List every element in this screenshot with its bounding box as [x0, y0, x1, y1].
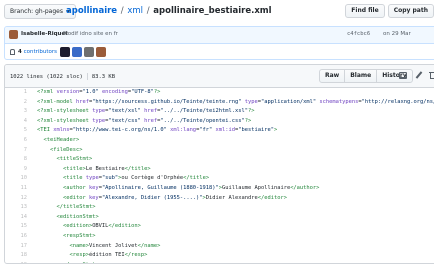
- code-line: 15 <edition>OBVIL</edition>: [5, 222, 434, 232]
- breadcrumb: apollinaire / xml / apollinaire_bestiair…: [66, 4, 272, 18]
- breadcrumb-separator: /: [120, 6, 124, 16]
- code-line: 13 </titleStmt>: [5, 203, 434, 213]
- code-line: 17 <name>Vincent Jolivet</name>: [5, 242, 434, 252]
- copy-path-button[interactable]: Copy path: [387, 4, 434, 18]
- line-code: <?xml-model href="https://sourcess.githu…: [37, 98, 434, 105]
- line-number[interactable]: 7: [5, 146, 27, 156]
- code-blob: 1 <?xml version="1.0" encoding="UTF-8"?> 2…: [5, 88, 434, 263]
- file-lines-info: 1022 lines (1022 sloc): [10, 74, 83, 80]
- contributors-row: 4 contributors: [5, 44, 434, 59]
- divider: [86, 73, 88, 80]
- people-icon: [10, 49, 15, 55]
- code-line: 12 <editor key="Alexandre, Didier (1955-…: [5, 194, 434, 204]
- line-number[interactable]: 2: [5, 98, 27, 108]
- line-number[interactable]: 11: [5, 184, 28, 194]
- raw-button[interactable]: Raw: [319, 69, 346, 83]
- history-button[interactable]: History: [376, 69, 413, 83]
- line-number[interactable]: 10: [5, 174, 28, 184]
- line-code: <TEI xmlns="http://www.tei-c.org/ns/1.0"…: [37, 127, 278, 134]
- desktop-icon[interactable]: [399, 72, 407, 79]
- code-line: 16 <respStmt>: [5, 232, 434, 242]
- code-line: 8 <titleStmt>: [5, 155, 434, 165]
- code-line: 1 <?xml version="1.0" encoding="UTF-8"?>: [5, 88, 434, 98]
- commit-message-link[interactable]: Modif idno site en fr: [63, 31, 118, 37]
- line-number[interactable]: 9: [5, 165, 27, 175]
- line-number[interactable]: 13: [5, 203, 28, 213]
- line-number[interactable]: 14: [5, 213, 28, 223]
- top-bar: Branch: gh-pages apollinaire / xml / apo…: [0, 0, 434, 22]
- code-line: 10 <title type="sub">ou Cortège d'Orphée…: [5, 174, 434, 184]
- code-line: 18 <resp>édition TEI</resp>: [5, 251, 434, 261]
- file-actions: Find file Copy path: [342, 4, 434, 18]
- code-line: 6 <teiHeader>: [5, 136, 434, 146]
- line-code: <resp>édition TEI</resp>: [69, 252, 148, 259]
- line-code: <titleStmt>: [56, 156, 93, 163]
- line-number[interactable]: 1: [5, 88, 27, 98]
- line-code: <fileDesc>: [49, 146, 83, 153]
- line-number[interactable]: 16: [5, 232, 28, 242]
- contributor-avatar[interactable]: [72, 47, 82, 57]
- commit-author-link[interactable]: Isabelle-Riquet: [21, 31, 68, 37]
- file-info: 1022 lines (1022 sloc) 83.3 KB: [10, 73, 115, 80]
- line-code: </titleStmt>: [56, 204, 96, 211]
- commit-tease: Isabelle-Riquet Modif idno site en fr c4…: [4, 26, 434, 60]
- commit-date: on 29 Mar: [383, 31, 411, 37]
- code-line: 5 <TEI xmlns="http://www.tei-c.org/ns/1.0…: [5, 126, 434, 136]
- line-code: <editionStmt>: [56, 213, 99, 220]
- line-code: <name>Vincent Jolivet</name>: [69, 242, 161, 249]
- code-line: 4 <?xml-stylesheet type="text/css" href="…: [5, 117, 434, 127]
- code-line: 9 <title>Le Bestiaire</title>: [5, 165, 434, 175]
- breadcrumb-dir-link[interactable]: xml: [127, 6, 143, 16]
- find-file-button[interactable]: Find file: [345, 4, 385, 18]
- line-code: <?xml version="1.0" encoding="UTF-8"?>: [37, 89, 161, 95]
- line-number[interactable]: 12: [5, 194, 28, 204]
- line-number[interactable]: 4: [5, 117, 27, 127]
- contributors-count: 4: [18, 49, 22, 55]
- contributor-avatar[interactable]: [60, 47, 70, 57]
- latest-commit-row: Isabelle-Riquet Modif idno site en fr c4…: [5, 27, 434, 44]
- line-code: <?xml-stylesheet type="text/css" href=".…: [37, 117, 252, 124]
- code-line: 3 <?xml-stylesheet type="text/xsl" href="…: [5, 107, 434, 117]
- line-number[interactable]: 15: [5, 222, 28, 232]
- contributor-avatar[interactable]: [96, 47, 106, 57]
- line-code: <author key="Apollinaire, Guillaume (188…: [62, 184, 320, 191]
- line-code: <edition>OBVIL</edition>: [62, 223, 141, 230]
- line-code: <title type="sub">ou Cortège d'Orphée</t…: [62, 175, 210, 182]
- file-size: 83.3 KB: [91, 74, 116, 80]
- line-number[interactable]: 5: [5, 126, 27, 136]
- contributors-label: contributors: [23, 49, 58, 55]
- line-code: <respStmt>: [62, 232, 96, 239]
- line-number[interactable]: 6: [5, 136, 27, 146]
- file-viewer: 1022 lines (1022 sloc) 83.3 KB Raw Blame …: [4, 64, 434, 264]
- line-code: <editor key="Alexandre, Didier (1955-...…: [62, 194, 287, 201]
- branch-label: Branch: gh-pages: [10, 8, 63, 15]
- blame-button[interactable]: Blame: [344, 69, 378, 83]
- breadcrumb-file-name: apollinaire_bestiaire.xml: [153, 6, 272, 16]
- line-number[interactable]: 17: [5, 242, 28, 252]
- trash-icon[interactable]: [429, 72, 434, 79]
- line-number[interactable]: 8: [5, 155, 27, 165]
- code-line: 2 <?xml-model href="https://sourcess.gith…: [5, 98, 434, 108]
- line-code: <teiHeader>: [43, 136, 80, 143]
- avatar[interactable]: [9, 30, 18, 39]
- line-number[interactable]: 3: [5, 107, 27, 117]
- code-line: 7 <fileDesc>: [5, 146, 434, 156]
- pencil-icon[interactable]: [415, 72, 423, 79]
- line-code: <?xml-stylesheet type="text/xsl" href=".…: [37, 108, 255, 115]
- code-line: 14 <editionStmt>: [5, 213, 434, 223]
- line-code: <title>Le Bestiaire</title>: [62, 165, 151, 172]
- code-line: 11 <author key="Apollinaire, Guillaume (…: [5, 184, 434, 194]
- file-header: 1022 lines (1022 sloc) 83.3 KB Raw Blame …: [5, 65, 434, 88]
- commit-sha-link[interactable]: c4fcbc6: [347, 31, 370, 37]
- breadcrumb-repo-link[interactable]: apollinaire: [66, 6, 117, 16]
- contributors-link[interactable]: 4 contributors: [18, 49, 57, 55]
- line-number[interactable]: 18: [5, 251, 28, 261]
- contributor-avatar[interactable]: [84, 47, 94, 57]
- breadcrumb-separator: /: [146, 6, 150, 16]
